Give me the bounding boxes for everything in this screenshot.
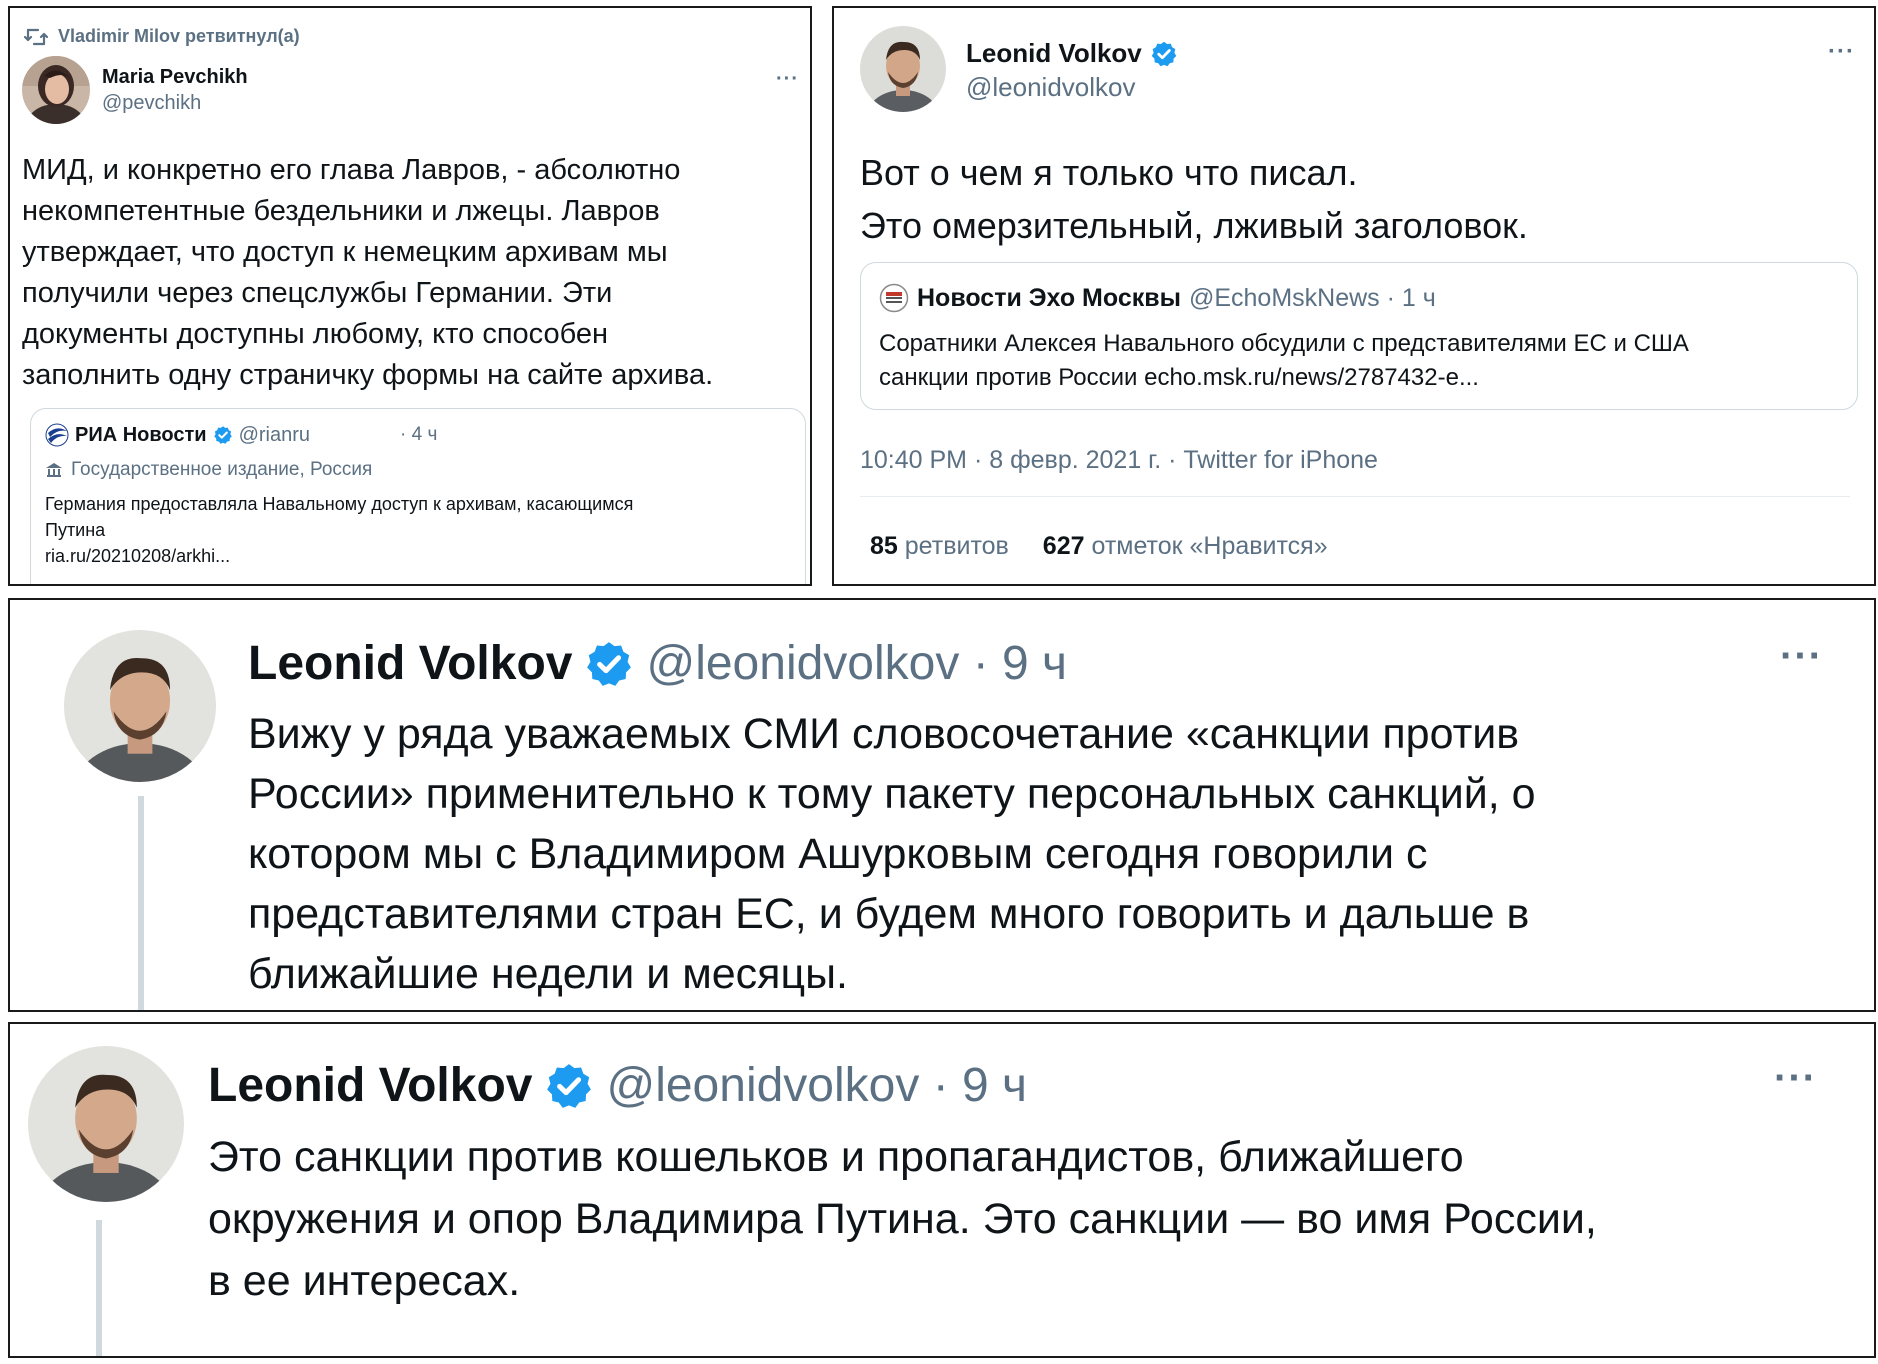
quoted-author-handle: @rianru xyxy=(238,423,311,446)
quoted-tweet-text: Соратники Алексея Навального обсудили с … xyxy=(879,330,1689,391)
divider xyxy=(860,496,1850,497)
retweets-count: 85 xyxy=(870,532,898,560)
retweets-stat[interactable]: 85 ретвитов xyxy=(870,532,1009,561)
retweet-icon xyxy=(24,28,48,45)
quoted-tweet-header: РИА Новости @rianru · 4 ч xyxy=(45,423,437,447)
author-name-row[interactable]: Leonid Volkov xyxy=(966,38,1178,69)
author-name[interactable]: Leonid Volkov xyxy=(248,636,572,691)
quoted-tweet-header: Новости Эхо Москвы @EchoMskNews · 1 ч xyxy=(879,283,1436,313)
likes-count: 627 xyxy=(1042,532,1085,560)
author-handle[interactable]: @pevchikh xyxy=(102,92,201,115)
tweet-card-pevchikh[interactable]: Vladimir Milov ретвитнул(а) Maria Pevchi… xyxy=(8,6,812,586)
avatar[interactable] xyxy=(22,56,90,124)
state-media-label[interactable]: Государственное издание, Россия xyxy=(45,459,372,481)
tweet-card-volkov-thread-1[interactable]: Leonid Volkov @leonidvolkov · 9 ч ··· Ви… xyxy=(8,598,1876,1012)
quoted-tweet[interactable]: РИА Новости @rianru · 4 ч Государственно… xyxy=(30,408,806,584)
retweeted-by-label: Vladimir Milov ретвитнул(а) xyxy=(58,26,300,46)
more-dots-icon[interactable]: ··· xyxy=(1780,634,1823,679)
verified-badge-icon xyxy=(547,1063,592,1108)
avatar[interactable] xyxy=(28,1046,184,1202)
tweet-timestamp[interactable]: 10:40 PM · 8 февр. 2021 г. · Twitter for… xyxy=(860,446,1378,475)
quoted-time: · 4 ч xyxy=(400,424,438,445)
echo-logo-icon xyxy=(879,283,909,313)
verified-badge-icon xyxy=(587,641,632,686)
verified-badge-icon xyxy=(1151,41,1177,66)
tweet-header: Leonid Volkov @leonidvolkov · 9 ч xyxy=(208,1058,1027,1113)
author-handle[interactable]: @leonidvolkov · 9 ч xyxy=(606,1058,1027,1113)
quoted-author-name: РИА Новости xyxy=(75,423,207,446)
tweet-text: МИД, и конкретно его глава Лавров, - абс… xyxy=(22,154,714,391)
tweet-card-volkov-thread-2[interactable]: Leonid Volkov @leonidvolkov · 9 ч ··· Эт… xyxy=(8,1022,1876,1358)
quoted-author-name: Новости Эхо Москвы xyxy=(917,283,1181,312)
tweet-header: Leonid Volkov @leonidvolkov · 9 ч xyxy=(248,636,1067,691)
quoted-author-handle: @EchoMskNews · 1 ч xyxy=(1188,283,1436,312)
thread-line xyxy=(96,1220,102,1356)
more-dots-icon[interactable]: ··· xyxy=(1774,1056,1817,1101)
tweet-stats: 85 ретвитов 627 отметок «Нравится» xyxy=(870,532,1328,561)
ria-logo-icon xyxy=(45,423,69,447)
avatar-photo xyxy=(64,630,216,782)
more-dots-icon[interactable]: ··· xyxy=(776,68,799,91)
author-name[interactable]: Leonid Volkov xyxy=(966,38,1142,69)
verified-badge-icon xyxy=(213,426,232,444)
quoted-tweet[interactable]: Новости Эхо Москвы @EchoMskNews · 1 ч Со… xyxy=(860,262,1858,410)
likes-label: отметок «Нравится» xyxy=(1091,532,1328,560)
avatar[interactable] xyxy=(860,26,946,112)
author-handle[interactable]: @leonidvolkov xyxy=(966,72,1135,103)
state-media-label-text: Государственное издание, Россия xyxy=(71,459,373,480)
author-handle[interactable]: @leonidvolkov · 9 ч xyxy=(646,636,1067,691)
retweets-label: ретвитов xyxy=(904,532,1009,560)
tweet-text: Это санкции против кошельков и пропаганд… xyxy=(208,1133,1597,1305)
quoted-tweet-text: Германия предоставляла Навальному доступ… xyxy=(45,494,634,566)
thread-line xyxy=(138,796,144,1010)
author-name[interactable]: Maria Pevchikh xyxy=(102,66,248,89)
state-media-icon xyxy=(46,463,62,477)
avatar[interactable] xyxy=(64,630,216,782)
author-name[interactable]: Leonid Volkov xyxy=(208,1058,532,1113)
avatar-photo xyxy=(860,26,946,112)
tweet-text: Вот о чем я только что писал. Это омерзи… xyxy=(860,152,1528,246)
tweet-card-volkov-detail[interactable]: Leonid Volkov @leonidvolkov ··· Вот о че… xyxy=(832,6,1876,586)
likes-stat[interactable]: 627 отметок «Нравится» xyxy=(1043,532,1328,561)
more-dots-icon[interactable]: ··· xyxy=(1828,38,1855,66)
avatar-photo xyxy=(22,56,90,124)
avatar-photo xyxy=(28,1046,184,1202)
tweet-text: Вижу у ряда уважаемых СМИ словосочетание… xyxy=(248,710,1536,998)
retweet-context[interactable]: Vladimir Milov ретвитнул(а) xyxy=(24,26,300,47)
